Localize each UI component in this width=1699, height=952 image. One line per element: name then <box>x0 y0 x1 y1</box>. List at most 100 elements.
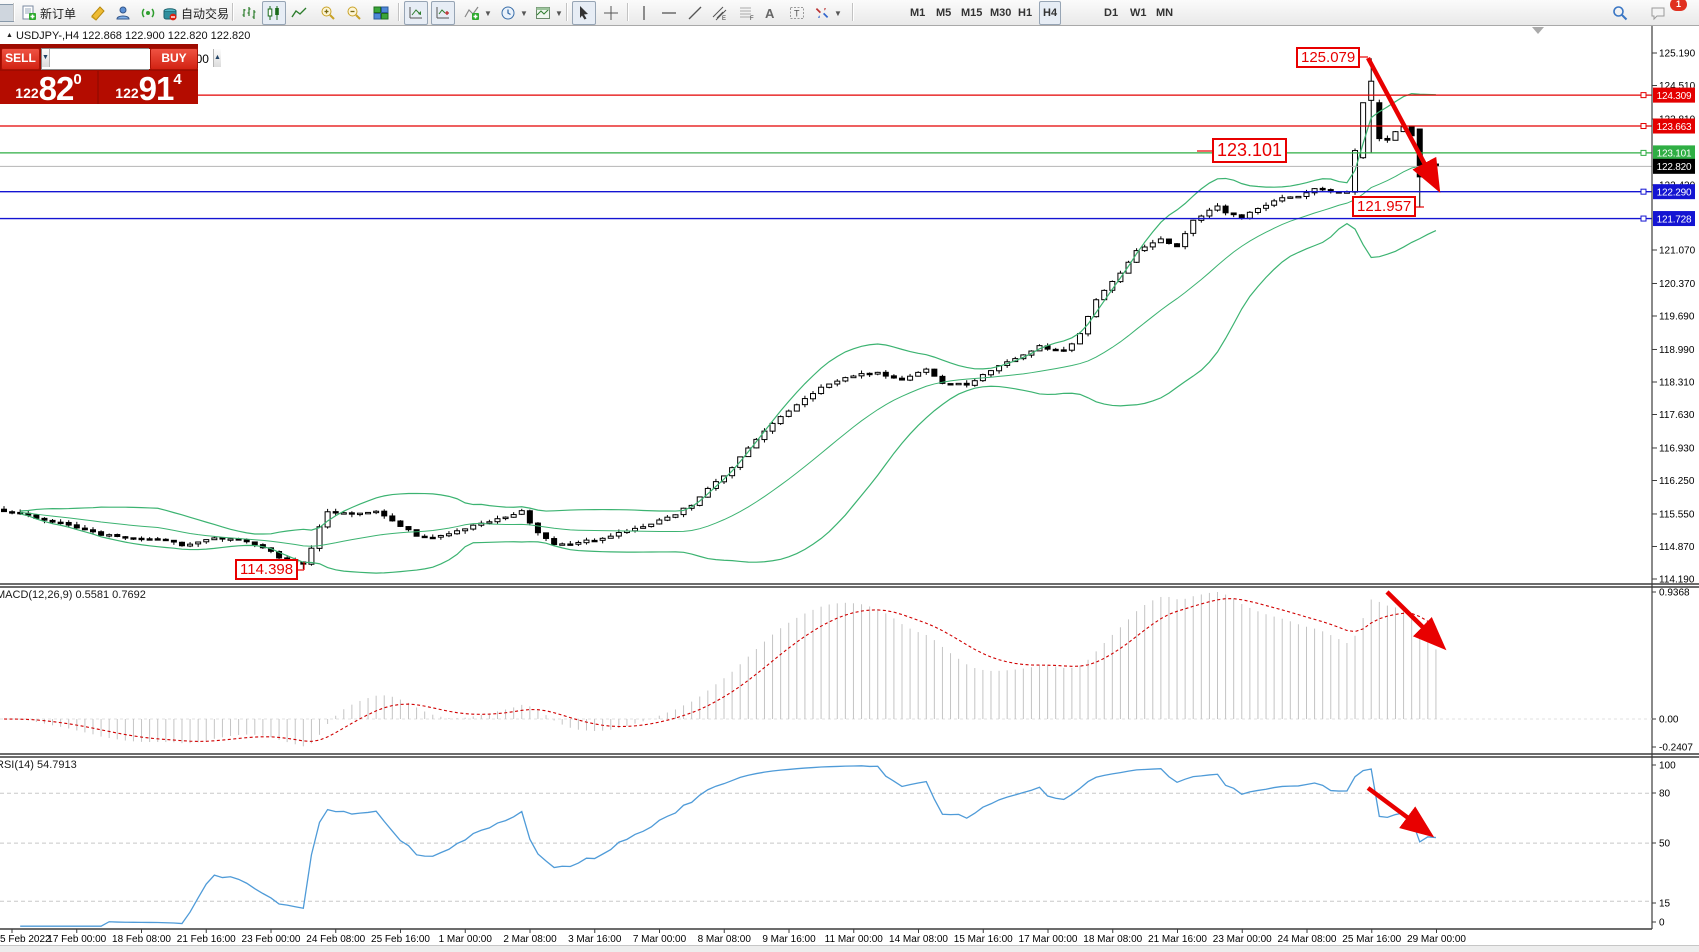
timeframe-m15[interactable]: M15 <box>957 1 986 25</box>
y-axis-tick: 114.870 <box>1659 542 1695 553</box>
chart-fragment-icon <box>0 4 14 22</box>
rsi-axis-label: 15 <box>1659 899 1671 910</box>
accounts-button[interactable] <box>111 1 135 25</box>
indicators-button[interactable]: ▼ <box>460 1 496 25</box>
search-icon <box>1612 5 1628 21</box>
y-axis-tick: 117.630 <box>1659 410 1695 421</box>
annotation-123101[interactable]: 123.101 <box>1212 138 1287 163</box>
x-axis-label: 15 Mar 16:00 <box>954 934 1013 945</box>
cursor-icon <box>576 5 592 21</box>
tile-windows-button[interactable] <box>369 1 393 25</box>
y-axis-tick: 121.070 <box>1659 246 1696 257</box>
macd-axis-label: -0.2407 <box>1659 743 1693 754</box>
timeframe-mn[interactable]: MN <box>1152 1 1177 25</box>
market-watch-button[interactable] <box>86 1 110 25</box>
bar-chart-button[interactable] <box>237 1 261 25</box>
price-badge: 124.309 <box>1657 91 1692 102</box>
buy-button[interactable]: BUY <box>150 48 198 70</box>
y-axis-tick: 116.930 <box>1659 443 1695 454</box>
timeframe-h4[interactable]: H4 <box>1039 1 1061 25</box>
zoom-out-button[interactable] <box>342 1 366 25</box>
signals-button[interactable] <box>136 1 160 25</box>
line-chart-icon <box>291 5 307 21</box>
line-chart-button[interactable] <box>287 1 311 25</box>
auto-trading-icon <box>162 5 178 21</box>
svg-text:T: T <box>794 9 800 19</box>
x-axis-label: 29 Mar 00:00 <box>1407 934 1466 945</box>
annotation-121957[interactable]: 121.957 <box>1352 196 1416 217</box>
volume-decrease-button[interactable]: ▼ <box>42 49 50 67</box>
chart-shift-icon <box>435 5 451 21</box>
chart-canvas[interactable]: 125.190124.510123.810122.430121.070120.3… <box>0 0 1699 952</box>
crosshair-tool-button[interactable] <box>599 1 623 25</box>
macd-axis-label: 0.00 <box>1659 715 1679 726</box>
sell-price[interactable]: 122 82 0 <box>0 71 97 104</box>
y-axis-tick: 118.990 <box>1659 345 1695 356</box>
timeframe-m5[interactable]: M5 <box>932 1 955 25</box>
new-order-button[interactable]: 新订单 <box>17 1 80 25</box>
x-axis-label: 3 Mar 16:00 <box>568 934 622 945</box>
annotation-125079[interactable]: 125.079 <box>1296 47 1360 68</box>
x-axis-label: 8 Mar 08:00 <box>698 934 752 945</box>
timeframe-w1[interactable]: W1 <box>1126 1 1151 25</box>
shapes-icon <box>814 5 830 21</box>
zoom-in-button[interactable] <box>316 1 340 25</box>
auto-scroll-button[interactable] <box>404 1 428 25</box>
rsi-axis-label: 100 <box>1659 761 1676 772</box>
x-axis-label: 18 Mar 08:00 <box>1083 934 1142 945</box>
text-tool[interactable]: A <box>761 1 778 25</box>
volume-spinner: ▼ ▲ <box>41 48 149 70</box>
cursor-tool-button[interactable] <box>572 1 596 25</box>
mt4-window: { "toolbar": { "new_order_label": "新订单",… <box>0 0 1699 952</box>
fibonacci-tool[interactable]: F <box>735 1 759 25</box>
notifications-button[interactable]: 1 <box>1646 1 1684 25</box>
broadcast-icon <box>140 5 156 21</box>
new-order-icon <box>21 5 37 21</box>
template-icon <box>535 5 551 21</box>
search-button[interactable] <box>1608 1 1632 25</box>
add-indicator-icon <box>464 5 480 21</box>
vertical-line-tool[interactable] <box>632 1 656 25</box>
text-A-icon: A <box>765 6 774 21</box>
periods-button[interactable]: ▼ <box>496 1 532 25</box>
x-axis-label: 25 Feb 16:00 <box>371 934 430 945</box>
dropdown-arrow-icon: ▼ <box>484 9 492 18</box>
notification-badge: 1 <box>1670 0 1687 11</box>
candlestick-chart-button[interactable] <box>262 1 286 25</box>
dropdown-arrow-icon: ▼ <box>834 9 842 18</box>
trendline-tool[interactable] <box>683 1 707 25</box>
auto-trading-button[interactable]: 自动交易 <box>158 1 233 25</box>
timeframe-m30[interactable]: M30 <box>986 1 1015 25</box>
new-order-label: 新订单 <box>40 5 76 22</box>
shapes-tool[interactable]: ▼ <box>810 1 846 25</box>
macd-label: MACD(12,26,9) 0.5581 0.7692 <box>0 589 146 601</box>
volume-increase-button[interactable]: ▲ <box>213 49 221 67</box>
timeframe-m1[interactable]: M1 <box>906 1 929 25</box>
sell-price-sup: 0 <box>73 72 81 87</box>
channel-icon: E <box>712 5 728 21</box>
x-axis-label: 5 Feb 2022 <box>0 934 51 945</box>
buy-price[interactable]: 122 91 4 <box>99 71 198 104</box>
timeframe-h1[interactable]: H1 <box>1014 1 1036 25</box>
text-label-tool[interactable]: T <box>785 1 809 25</box>
horizontal-line-tool[interactable] <box>657 1 681 25</box>
tile-windows-icon <box>373 5 389 21</box>
auto-scroll-icon <box>408 5 424 21</box>
annotation-114398[interactable]: 114.398 <box>235 559 298 580</box>
sell-button[interactable]: SELL <box>1 48 40 70</box>
x-axis-label: 25 Mar 16:00 <box>1342 934 1401 945</box>
x-axis-label: 9 Mar 16:00 <box>762 934 816 945</box>
x-axis-label: 11 Mar 00:00 <box>825 934 884 945</box>
buy-price-sup: 4 <box>173 72 181 87</box>
x-axis-label: 17 Feb 00:00 <box>47 934 106 945</box>
chart-shift-button[interactable] <box>431 1 455 25</box>
templates-button[interactable]: ▼ <box>531 1 567 25</box>
price-badge: 122.290 <box>1657 187 1692 198</box>
x-axis-label: 21 Mar 16:00 <box>1148 934 1207 945</box>
channel-tool[interactable]: E <box>708 1 732 25</box>
chat-bubble-icon <box>1650 5 1666 21</box>
clipped-icon[interactable] <box>0 1 18 25</box>
chart-title: ▲USDJPY-,H4 122.868 122.900 122.820 122.… <box>6 30 250 42</box>
timeframe-d1[interactable]: D1 <box>1100 1 1122 25</box>
clock-icon <box>500 5 516 21</box>
